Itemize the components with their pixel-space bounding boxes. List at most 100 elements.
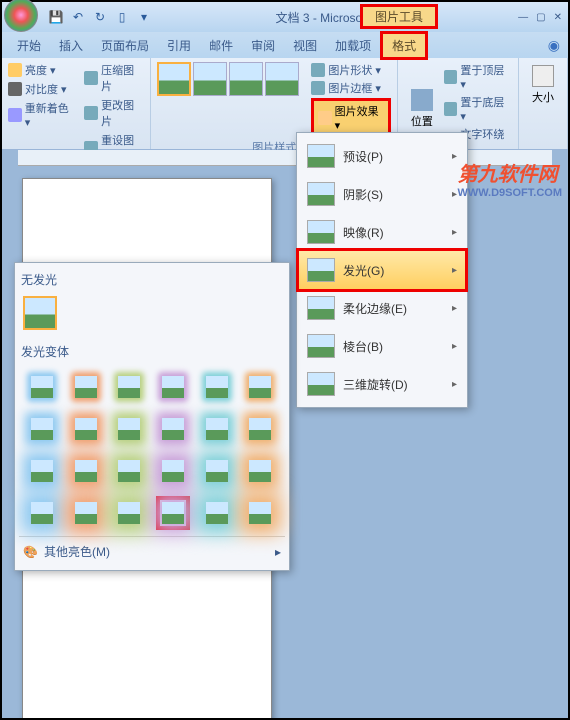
glow-variant[interactable] (25, 412, 59, 446)
picture-border-button[interactable]: 图片边框 ▾ (311, 80, 391, 96)
tab-start[interactable]: 开始 (8, 34, 50, 57)
tab-format[interactable]: 格式 (380, 31, 428, 60)
brightness-button[interactable]: 亮度 ▾ (8, 62, 76, 78)
glow-variant[interactable] (69, 454, 103, 488)
ribbon: 亮度 ▾ 对比度 ▾ 重新着色 ▾ 压缩图片 更改图片 重设图片 调整 图片形状… (2, 58, 568, 150)
glow-variant[interactable] (25, 454, 59, 488)
size-icon (532, 65, 554, 87)
redo-icon[interactable]: ↻ (92, 9, 108, 25)
effects-icon (318, 111, 331, 125)
tab-view[interactable]: 视图 (284, 34, 326, 57)
glow-variant[interactable] (112, 412, 146, 446)
shape-icon (311, 63, 325, 77)
ribbon-tabs: 开始 插入 页面布局 引用 邮件 审阅 视图 加载项 格式 ◉ (2, 32, 568, 58)
menu-bevel[interactable]: 棱台(B)▸ (299, 327, 465, 365)
glow-variant[interactable] (112, 496, 146, 530)
glow-variant[interactable] (156, 370, 190, 404)
menu-soft-edges[interactable]: 柔化边缘(E)▸ (299, 289, 465, 327)
minimize-button[interactable]: — (518, 12, 528, 23)
tab-insert[interactable]: 插入 (50, 34, 92, 57)
glow-variants-label: 发光变体 (19, 339, 285, 364)
palette-icon: 🎨 (23, 545, 38, 559)
style-thumb[interactable] (157, 62, 191, 96)
chevron-right-icon: ▸ (452, 189, 457, 200)
glow-variant[interactable] (243, 454, 277, 488)
close-button[interactable]: ✕ (554, 12, 562, 23)
glow-variant[interactable] (200, 412, 234, 446)
size-button[interactable]: 大小 (525, 62, 561, 108)
recolor-button[interactable]: 重新着色 ▾ (8, 100, 76, 129)
soft-edges-icon (307, 296, 335, 320)
chevron-right-icon: ▸ (452, 151, 457, 162)
qat-dropdown-icon[interactable]: ▾ (136, 9, 152, 25)
change-picture-button[interactable]: 更改图片 (84, 97, 144, 129)
compress-button[interactable]: 压缩图片 (84, 62, 144, 94)
chevron-right-icon: ▸ (452, 379, 457, 390)
back-icon (444, 102, 458, 116)
send-back-button[interactable]: 置于底层 ▾ (444, 94, 512, 123)
shadow-icon (307, 182, 335, 206)
glow-variant[interactable] (112, 454, 146, 488)
glow-variant[interactable] (200, 454, 234, 488)
menu-shadow[interactable]: 阴影(S)▸ (299, 175, 465, 213)
glow-none-label: 无发光 (19, 267, 285, 292)
office-button[interactable] (4, 0, 38, 32)
style-thumb[interactable] (229, 62, 263, 96)
tab-layout[interactable]: 页面布局 (92, 34, 158, 57)
help-icon[interactable]: ◉ (548, 37, 560, 54)
glow-variants-grid (19, 364, 285, 536)
glow-icon (307, 258, 335, 282)
glow-variant[interactable] (243, 412, 277, 446)
undo-icon[interactable]: ↶ (70, 9, 86, 25)
picture-shape-button[interactable]: 图片形状 ▾ (311, 62, 391, 78)
glow-variant[interactable] (69, 370, 103, 404)
change-picture-icon (84, 106, 98, 120)
tab-addins[interactable]: 加载项 (326, 34, 380, 57)
glow-variant[interactable] (25, 370, 59, 404)
brightness-icon (8, 63, 22, 77)
contrast-icon (8, 82, 22, 96)
quick-access-toolbar: 💾 ↶ ↻ ▯ ▾ (42, 9, 158, 25)
glow-variant-selected[interactable] (156, 496, 190, 530)
bring-front-button[interactable]: 置于顶层 ▾ (444, 62, 512, 91)
glow-variant[interactable] (25, 496, 59, 530)
tab-review[interactable]: 审阅 (242, 34, 284, 57)
style-thumb[interactable] (193, 62, 227, 96)
window-title: 文档 3 - Microsoft Word (158, 9, 518, 26)
tab-mailings[interactable]: 邮件 (200, 34, 242, 57)
glow-variant[interactable] (243, 496, 277, 530)
title-bar: 💾 ↶ ↻ ▯ ▾ 文档 3 - Microsoft Word 图片工具 — ▢… (2, 2, 568, 32)
glow-variant[interactable] (200, 370, 234, 404)
chevron-right-icon: ▸ (452, 303, 457, 314)
tab-references[interactable]: 引用 (158, 34, 200, 57)
glow-variant[interactable] (243, 370, 277, 404)
contrast-button[interactable]: 对比度 ▾ (8, 81, 76, 97)
reflection-icon (307, 220, 335, 244)
menu-3d-rotation[interactable]: 三维旋转(D)▸ (299, 365, 465, 403)
chevron-right-icon: ▸ (452, 341, 457, 352)
glow-variant[interactable] (200, 496, 234, 530)
style-thumb[interactable] (265, 62, 299, 96)
position-icon (411, 89, 433, 111)
print-icon[interactable]: ▯ (114, 9, 130, 25)
recolor-icon (8, 108, 22, 122)
glow-variant[interactable] (69, 412, 103, 446)
glow-variant[interactable] (112, 370, 146, 404)
bevel-icon (307, 334, 335, 358)
contextual-tab-picture-tools[interactable]: 图片工具 (360, 4, 438, 29)
picture-styles-gallery[interactable] (157, 62, 299, 137)
maximize-button[interactable]: ▢ (536, 12, 545, 23)
group-label-size (525, 145, 561, 147)
menu-reflection[interactable]: 映像(R)▸ (299, 213, 465, 251)
menu-preset[interactable]: 预设(P)▸ (299, 137, 465, 175)
glow-variant[interactable] (156, 412, 190, 446)
save-icon[interactable]: 💾 (48, 9, 64, 25)
glow-variant[interactable] (69, 496, 103, 530)
glow-none-option[interactable] (23, 296, 57, 330)
group-adjust: 亮度 ▾ 对比度 ▾ 重新着色 ▾ 压缩图片 更改图片 重设图片 调整 (2, 58, 151, 149)
menu-glow[interactable]: 发光(G)▸ (296, 248, 468, 292)
rotation-icon (307, 372, 335, 396)
border-icon (311, 81, 325, 95)
more-glow-colors[interactable]: 🎨其他亮色(M)▸ (19, 536, 285, 566)
glow-variant[interactable] (156, 454, 190, 488)
